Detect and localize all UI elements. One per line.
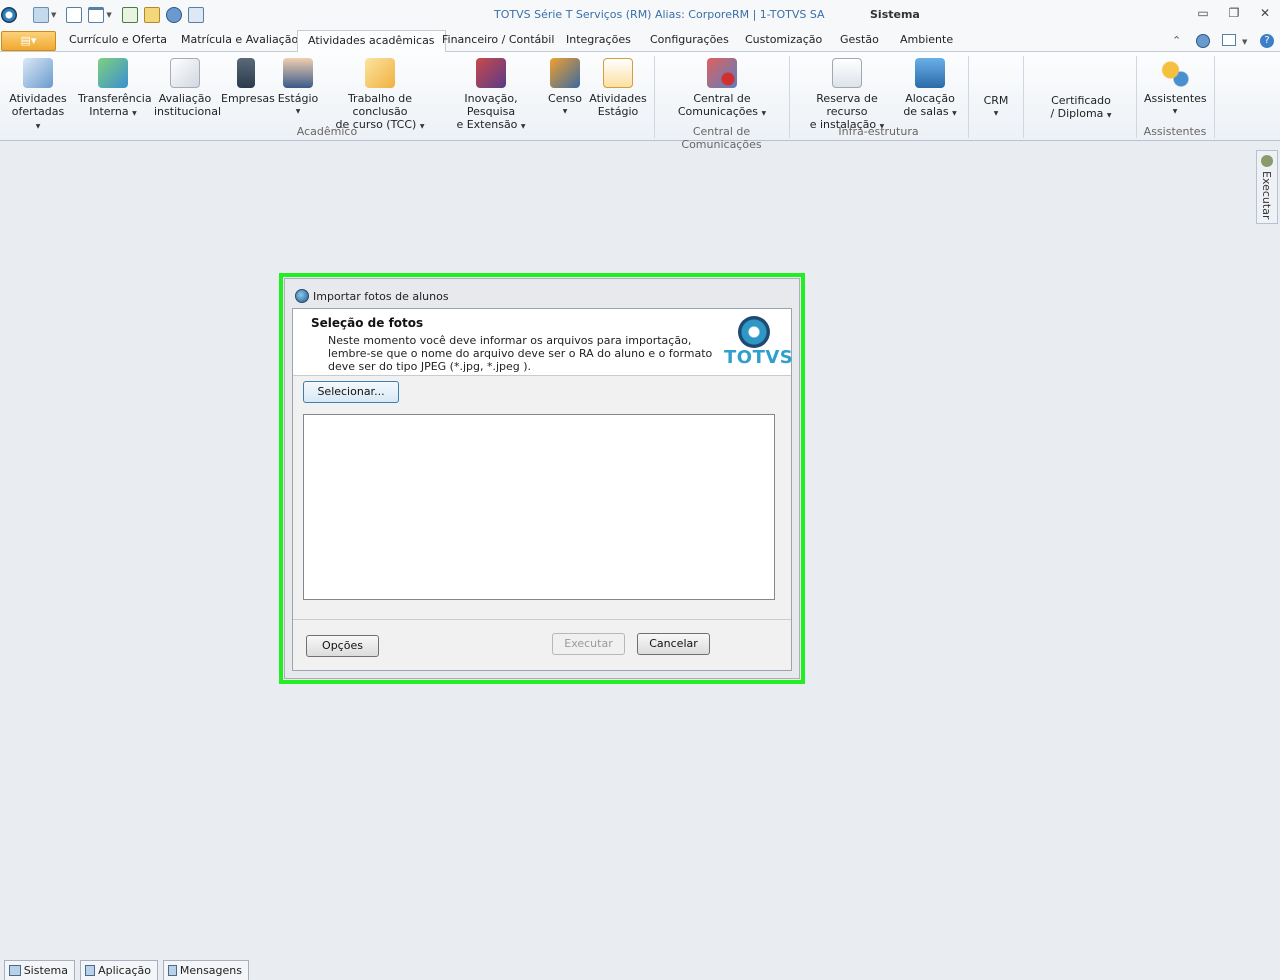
world-icon[interactable]: [165, 7, 182, 23]
application-menu-button[interactable]: ▤▾: [1, 31, 56, 51]
clipboard-chart-icon: [550, 58, 580, 88]
tab-configuracoes[interactable]: Configurações: [650, 33, 729, 46]
tab-financeiro[interactable]: Financeiro / Contábil: [442, 33, 554, 46]
globe-icon[interactable]: [33, 7, 49, 23]
close-icon[interactable]: ✕: [1257, 6, 1273, 20]
import-photos-dialog: Importar fotos de alunos Seleção de foto…: [284, 278, 800, 679]
crm-button[interactable]: CRM ▼: [976, 94, 1016, 120]
document-pen-icon: [365, 58, 395, 88]
step-title: Seleção de fotos: [311, 316, 424, 330]
inovacao-pesquisa-button[interactable]: Inovação, Pesquisa e Extensão ▼: [442, 58, 540, 133]
people-alert-icon: [707, 58, 737, 88]
wizard-header: Seleção de fotos Neste momento você deve…: [293, 309, 794, 376]
application-icon: [85, 965, 96, 976]
tab-gestao[interactable]: Gestão: [840, 33, 879, 46]
cancel-button[interactable]: Cancelar: [637, 633, 710, 655]
wizard-panel: Seleção de fotos Neste momento você deve…: [292, 308, 794, 671]
assistentes-button[interactable]: Assistentes ▼: [1144, 58, 1207, 118]
group-label-central-comunicacoes: Central de Comunicações: [681, 125, 762, 151]
messages-icon: [168, 965, 177, 976]
calendar-clock-icon: [832, 58, 862, 88]
totvs-logo-icon: [738, 316, 770, 348]
window-icon[interactable]: [88, 7, 105, 23]
estagio-button[interactable]: Estágio ▼: [277, 58, 319, 118]
totvs-app-icon: [295, 289, 309, 303]
reserva-recurso-button[interactable]: Reserva de recurso e instalação ▼: [796, 58, 898, 133]
empresas-button[interactable]: Empresas: [221, 58, 275, 105]
globe-icon[interactable]: [1196, 34, 1210, 48]
house-icon: [915, 58, 945, 88]
layout-icon[interactable]: [1222, 34, 1236, 46]
gears-icon: [1160, 58, 1190, 88]
copy-icon[interactable]: [187, 7, 204, 23]
executar-side-panel[interactable]: Executar: [1256, 150, 1278, 224]
transfer-arrows-icon: [98, 58, 128, 88]
bottom-tab-mensagens[interactable]: Mensagens: [163, 960, 249, 980]
atividades-estagio-button[interactable]: Atividades Estágio: [589, 58, 647, 118]
transferencia-interna-button[interactable]: Transferência Interna ▼: [78, 58, 152, 120]
side-panel-label: Executar: [1260, 171, 1273, 220]
footer-divider: [293, 619, 791, 620]
group-label-assistentes: Assistentes: [1143, 125, 1207, 138]
ribbon: Atividades ofertadas ▼ Transferência Int…: [0, 52, 1280, 151]
chevron-down-icon[interactable]: ▼: [106, 11, 111, 19]
window-title: TOTVS Série T Serviços (RM) Alias: Corpo…: [494, 8, 825, 21]
window-context: Sistema: [870, 8, 920, 21]
report-chart-icon: [170, 58, 200, 88]
central-comunicacoes-button[interactable]: Central de Comunicações ▼: [672, 58, 772, 120]
help-icon[interactable]: ?: [1260, 34, 1274, 48]
bottom-tab-aplicacao[interactable]: Aplicação: [80, 960, 158, 980]
certificado-diploma-button[interactable]: Certificado / Diploma ▼: [1040, 94, 1122, 122]
run-icon[interactable]: [121, 7, 138, 23]
group-label-infra-estrutura: Infra-estrutura: [838, 125, 919, 138]
selected-files-list[interactable]: [303, 414, 775, 600]
alocacao-salas-button[interactable]: Alocação de salas ▼: [902, 58, 958, 120]
quick-access-toolbar: ▼ ▼: [0, 6, 204, 24]
options-button[interactable]: Opções: [306, 635, 379, 657]
intern-person-icon: [283, 58, 313, 88]
building-icon: [237, 58, 255, 88]
dialog-title: Importar fotos de alunos: [313, 289, 449, 303]
tab-matricula[interactable]: Matrícula e Avaliação: [181, 33, 298, 46]
tab-ambiente[interactable]: Ambiente: [900, 33, 953, 46]
gear-icon: [1261, 155, 1273, 167]
ribbon-separator: [1023, 56, 1024, 138]
totvs-logo-text: TOTVS: [724, 347, 794, 368]
ribbon-separator: [1214, 56, 1215, 138]
ribbon-separator: [968, 56, 969, 138]
tab-curriculo[interactable]: Currículo e Oferta: [69, 33, 167, 46]
app-logo-icon[interactable]: [1, 7, 17, 23]
tab-customizacao[interactable]: Customização: [745, 33, 822, 46]
new-window-icon[interactable]: [66, 7, 83, 23]
avaliacao-institucional-button[interactable]: Avaliação institucional: [154, 58, 221, 118]
restore-icon[interactable]: ❐: [1226, 6, 1242, 20]
edit-icon[interactable]: [143, 7, 160, 23]
tab-atividades-academicas[interactable]: Atividades acadêmicas: [297, 30, 446, 53]
chevron-down-icon[interactable]: ▼: [51, 11, 56, 19]
collapse-ribbon-icon[interactable]: ⌃: [1172, 34, 1181, 47]
pencil-document-icon: [23, 58, 53, 88]
atividades-ofertadas-button[interactable]: Atividades ofertadas ▼: [8, 58, 68, 133]
minimize-icon[interactable]: ▭: [1195, 6, 1211, 20]
select-files-button[interactable]: Selecionar...: [303, 381, 399, 403]
tab-integracoes[interactable]: Integrações: [566, 33, 631, 46]
ribbon-tabs: ▤▾ Currículo e Oferta Matrícula e Avalia…: [0, 30, 1280, 53]
tcc-button[interactable]: Trabalho de conclusão de curso (TCC) ▼: [324, 58, 436, 133]
research-book-icon: [476, 58, 506, 88]
execute-button[interactable]: Executar: [552, 633, 625, 655]
monitor-icon: [9, 965, 21, 976]
clipboard-icon: [603, 58, 633, 88]
censo-button[interactable]: Censo ▼: [546, 58, 584, 118]
bottom-tab-sistema[interactable]: Sistema: [4, 960, 75, 980]
step-description: Neste momento você deve informar os arqu…: [328, 334, 713, 373]
chevron-down-icon[interactable]: ▼: [1242, 38, 1247, 46]
dialog-title-bar: Importar fotos de alunos: [295, 289, 449, 303]
group-label-academico: Acadêmico: [296, 125, 358, 138]
title-bar: ▼ ▼ TOTVS Série T Serviços (RM) Alias: C…: [0, 0, 1280, 30]
